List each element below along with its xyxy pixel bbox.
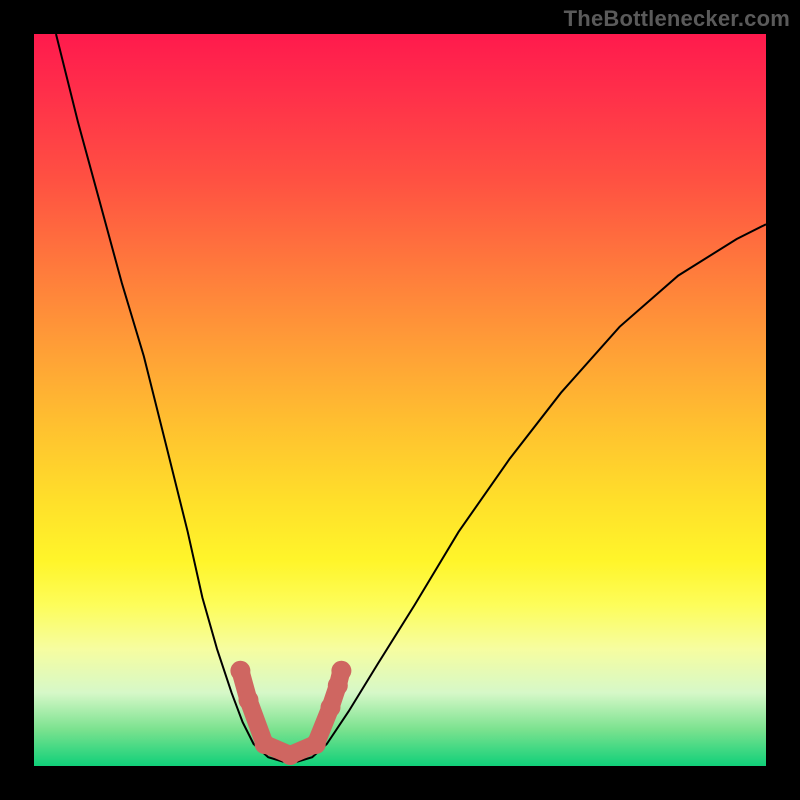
chart-svg [34, 34, 766, 766]
bottleneck-curve [56, 34, 766, 762]
chart-frame: TheBottlenecker.com [0, 0, 800, 800]
marker-dot [306, 734, 326, 754]
marker-dot [321, 697, 341, 717]
plot-area [34, 34, 766, 766]
marker-dot [255, 734, 275, 754]
watermark-text: TheBottlenecker.com [564, 6, 790, 32]
marker-dot [331, 661, 351, 681]
marker-dot [230, 661, 250, 681]
marker-dot [239, 690, 259, 710]
marker-dot [280, 745, 300, 765]
marker-group [230, 661, 351, 765]
